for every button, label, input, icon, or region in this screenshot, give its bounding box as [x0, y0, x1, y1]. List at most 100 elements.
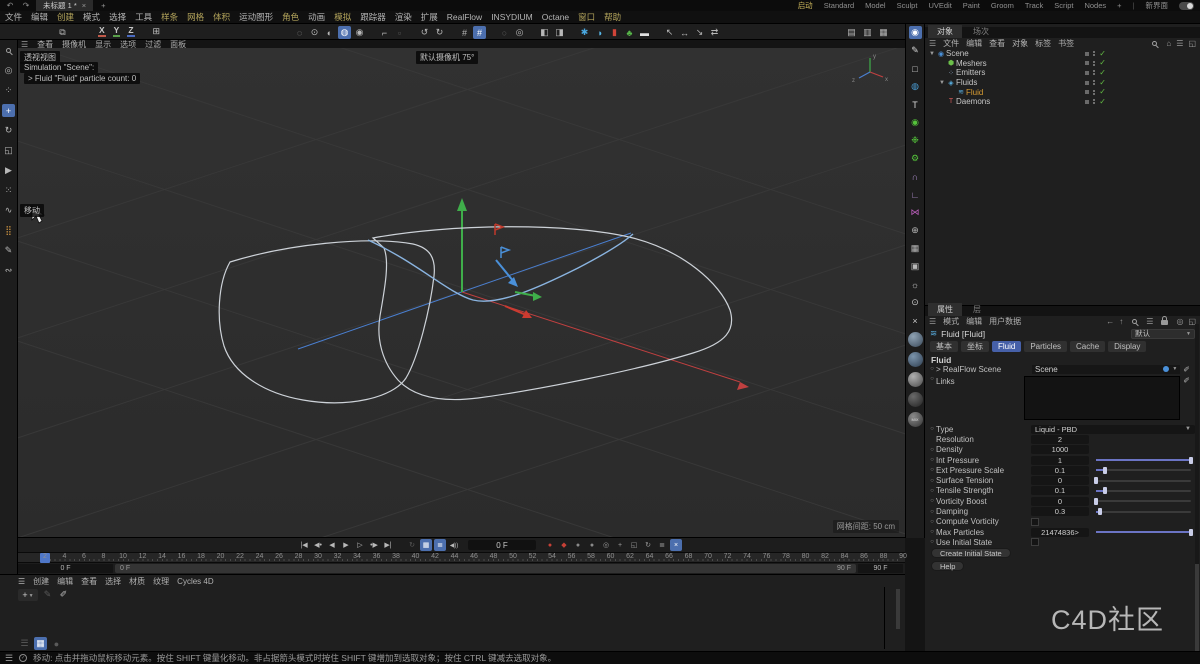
object-name[interactable]: Emitters — [956, 68, 985, 77]
field-icon[interactable]: ∩ — [909, 170, 922, 183]
om-menu-编辑[interactable]: 编辑 — [966, 38, 982, 49]
material-menu-Cycles 4D[interactable]: Cycles 4D — [177, 577, 213, 586]
param-value-field[interactable]: 0 — [1031, 497, 1089, 506]
record-off-button[interactable]: ● — [572, 539, 584, 551]
object-name[interactable]: Scene — [946, 49, 969, 58]
visibility-dots[interactable] — [1093, 80, 1095, 85]
search-icon[interactable] — [1148, 37, 1161, 50]
section-tab-坐标[interactable]: 坐标 — [961, 341, 989, 352]
view-undo-icon[interactable]: ↺ — [418, 26, 431, 39]
menu-INSYDIUM[interactable]: INSYDIUM — [491, 12, 533, 22]
viewport[interactable]: yxz 透视视图 Simulation "Scene": > Fluid "Fl… — [18, 48, 905, 538]
forester-icon[interactable]: ♣ — [623, 26, 636, 39]
preset-sphere-1[interactable] — [908, 332, 923, 347]
object-name[interactable]: Fluids — [956, 78, 977, 87]
material-menu-材质[interactable]: 材质 — [129, 576, 145, 587]
view-redo-icon[interactable]: ↻ — [433, 26, 446, 39]
material-menu-纹理[interactable]: 纹理 — [153, 576, 169, 587]
paint-brush-tool[interactable]: ✎ — [2, 244, 15, 257]
anim-dot-icon[interactable]: ○ — [928, 366, 936, 372]
tree-row-Scene[interactable]: ▼◉Scene✓ — [925, 49, 1200, 59]
tree-row-Fluid[interactable]: ≋Fluid✓ — [925, 87, 1200, 97]
preset-sphere-4[interactable] — [908, 392, 923, 407]
autokey-button[interactable]: × — [670, 539, 682, 551]
om-tab-场次[interactable]: 场次 — [964, 25, 998, 38]
attr-menu-编辑[interactable]: 编辑 — [966, 316, 982, 327]
workspace-tab-UVEdit[interactable]: UVEdit — [928, 1, 951, 10]
anim-dot-icon[interactable]: ○ — [928, 529, 936, 535]
axis-lock-Y[interactable]: Y — [113, 26, 121, 37]
range-start-field[interactable]: 0 F — [18, 564, 113, 573]
new-document-button[interactable]: + — [101, 1, 105, 10]
scale-record-button[interactable]: ◱ — [628, 539, 640, 551]
camera-icon[interactable]: ▣ — [909, 260, 922, 273]
close-tab-icon[interactable]: × — [82, 1, 86, 10]
next-frame-button[interactable]: ▷ — [354, 539, 366, 551]
create-initial-state-button[interactable]: Create Initial State — [931, 548, 1011, 558]
add-material-button[interactable]: + ▼ — [18, 589, 38, 601]
menu-角色[interactable]: 角色 — [282, 11, 299, 23]
param-slider[interactable] — [1096, 500, 1191, 502]
workplane-corner-icon[interactable]: ∟ — [909, 188, 922, 201]
anim-dot-icon[interactable]: ○ — [928, 498, 936, 504]
subdivision-surface-icon[interactable]: ◍ — [909, 80, 922, 93]
menu-RealFlow[interactable]: RealFlow — [447, 12, 482, 22]
quantize-tool[interactable]: ⁙ — [2, 184, 15, 197]
render-view-icon[interactable]: ◧ — [538, 26, 551, 39]
param-record-button[interactable]: ◎ — [600, 539, 612, 551]
key-selection-button[interactable]: ● — [586, 539, 598, 551]
workplane-icon[interactable]: ⌐ — [378, 26, 391, 39]
anim-dot-icon[interactable]: ○ — [928, 488, 936, 494]
param-slider[interactable] — [1096, 531, 1191, 533]
workspace-tab-Standard[interactable]: Standard — [824, 1, 854, 10]
menu-选择[interactable]: 选择 — [109, 11, 126, 23]
render-active-view-button[interactable]: ▤ — [845, 26, 858, 39]
picture-viewer-button[interactable]: ▥ — [861, 26, 874, 39]
axis-lock-Z[interactable]: Z — [127, 26, 134, 37]
layout-shrink-icon[interactable]: ↘ — [693, 26, 706, 39]
param-checkbox[interactable] — [1031, 538, 1039, 546]
menu-网格[interactable]: 网格 — [187, 11, 204, 23]
help-button[interactable]: Help — [931, 561, 964, 571]
spline-pen-icon[interactable]: ✎ — [909, 44, 922, 57]
material-menu-查看[interactable]: 查看 — [81, 576, 97, 587]
popout-icon[interactable]: ◱ — [1188, 39, 1196, 48]
preset-sphere-2[interactable] — [908, 352, 923, 367]
material-pencil-icon[interactable]: ⊙ — [909, 296, 922, 309]
om-menu-书签[interactable]: 书签 — [1058, 38, 1074, 49]
snap-grid-active-icon[interactable]: # — [473, 26, 486, 39]
spline-smooth-tool[interactable]: ∿ — [2, 204, 15, 217]
enabled-check-icon[interactable]: ✓ — [1099, 69, 1106, 77]
lock-icon[interactable] — [1158, 315, 1171, 328]
menu-渲染[interactable]: 渲染 — [395, 11, 412, 23]
menu-工具[interactable]: 工具 — [135, 11, 152, 23]
back-arrow-icon[interactable]: ← — [1106, 317, 1114, 326]
visibility-dots[interactable] — [1093, 70, 1095, 75]
timeline-ruler[interactable]: 2468101214161820222426283032343638404244… — [18, 552, 905, 563]
visibility-dots[interactable] — [1093, 90, 1095, 95]
disabled-square-icon[interactable]: ▫ — [393, 26, 406, 39]
cycles4d-icon[interactable]: ◑ — [593, 26, 606, 39]
fcurve-bar-icon[interactable]: ≣ — [434, 539, 446, 551]
menu-样条[interactable]: 样条 — [161, 11, 178, 23]
undo-icon[interactable]: ↶ — [4, 1, 16, 10]
section-tab-基本[interactable]: 基本 — [930, 341, 958, 352]
attr-menu-icon[interactable]: ☰ — [929, 317, 936, 326]
eyedropper-icon[interactable]: ✐ — [57, 588, 70, 601]
workspace-tab-Track[interactable]: Track — [1025, 1, 1043, 10]
param-slider[interactable] — [1096, 490, 1191, 492]
rotation-record-button[interactable]: ↻ — [642, 539, 654, 551]
preset-sphere-3[interactable] — [908, 372, 923, 387]
search-icon[interactable] — [1128, 315, 1141, 328]
up-arrow-icon[interactable]: ↑ — [1119, 317, 1123, 326]
workspace-tab-Groom[interactable]: Groom — [991, 1, 1014, 10]
status-menu-icon[interactable]: ☰ — [5, 653, 13, 664]
list-view-icon[interactable]: ☰ — [18, 637, 31, 650]
cube-primitive-icon[interactable]: □ — [909, 62, 922, 75]
menu-编辑[interactable]: 编辑 — [31, 11, 48, 23]
anim-dot-icon[interactable]: ○ — [928, 426, 936, 432]
menu-帮助[interactable]: 帮助 — [604, 11, 621, 23]
workspace-tab-启动[interactable]: 启动 — [798, 0, 813, 11]
goto-start-button[interactable]: |◀ — [298, 539, 310, 551]
next-key-button[interactable]: •▶ — [368, 539, 380, 551]
